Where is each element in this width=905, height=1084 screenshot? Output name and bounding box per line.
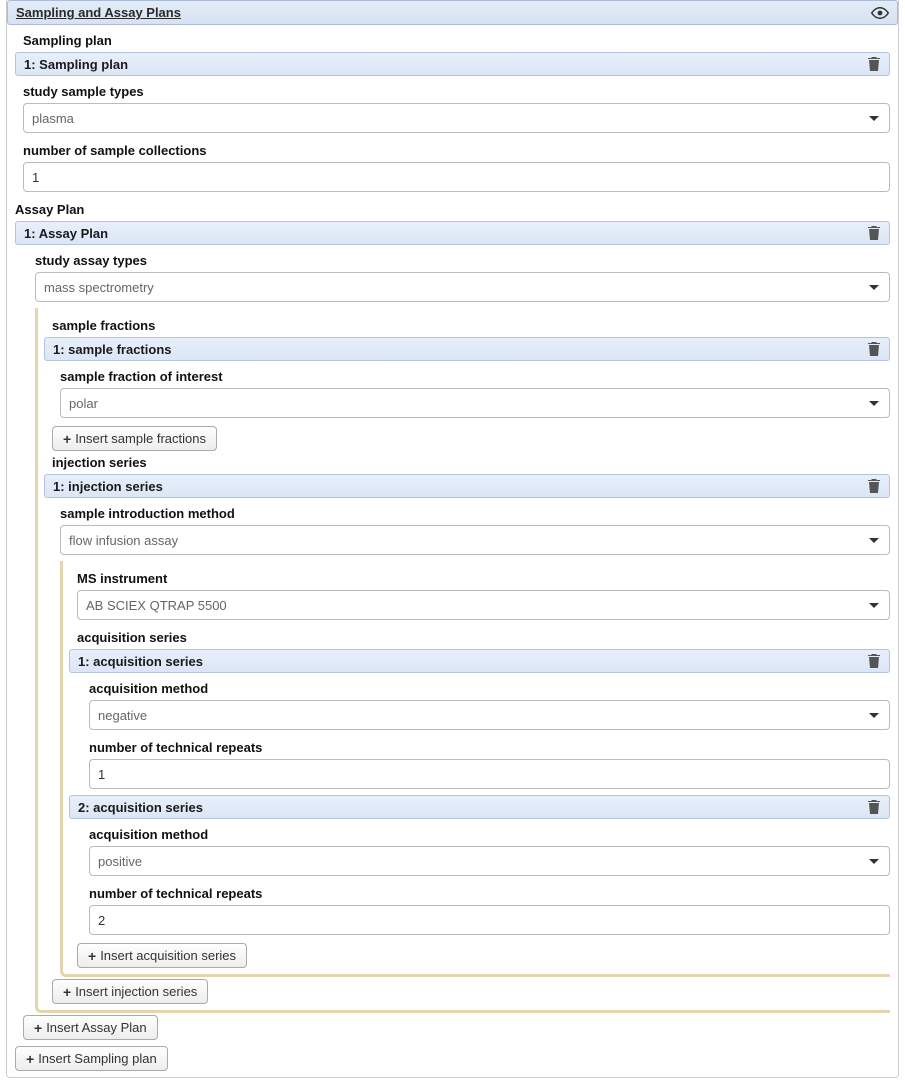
assay-plan-item-header[interactable]: 1: Assay Plan [15, 221, 890, 245]
assay-nest: sample fractions 1: sample fractions sam… [35, 308, 890, 1013]
sample-fractions-item-title: 1: sample fractions [53, 342, 172, 357]
ms-instrument-label: MS instrument [69, 567, 890, 590]
insert-injection-label: Insert injection series [75, 984, 197, 999]
acq-series-2-header[interactable]: 2: acquisition series [69, 795, 890, 819]
delete-assay-plan-icon[interactable] [867, 225, 881, 241]
panel-header: Sampling and Assay Plans [7, 0, 898, 25]
insert-assay-label: Insert Assay Plan [46, 1020, 146, 1035]
acq2-title: 2: acquisition series [78, 800, 203, 815]
study-sample-types-select[interactable]: plasma [23, 103, 890, 133]
plus-icon: + [34, 1021, 42, 1035]
assay-plan-label: Assay Plan [15, 198, 890, 221]
insert-acq-series-button[interactable]: + Insert acquisition series [77, 943, 247, 968]
study-assay-types-value: mass spectrometry [44, 280, 154, 295]
intro-method-label: sample introduction method [52, 502, 890, 525]
acq2-repeats-value: 2 [98, 913, 105, 928]
study-assay-types-select[interactable]: mass spectrometry [35, 272, 890, 302]
acq1-method-select[interactable]: negative [89, 700, 890, 730]
delete-injection-series-icon[interactable] [867, 478, 881, 494]
study-sample-types-label: study sample types [15, 80, 890, 103]
acq-series-label: acquisition series [69, 626, 890, 649]
insert-sample-fractions-button[interactable]: + Insert sample fractions [52, 426, 217, 451]
study-assay-types-label: study assay types [27, 249, 890, 272]
insert-assay-plan-button[interactable]: + Insert Assay Plan [23, 1015, 158, 1040]
insert-injection-series-button[interactable]: + Insert injection series [52, 979, 208, 1004]
insert-sample-fractions-label: Insert sample fractions [75, 431, 206, 446]
plus-icon: + [88, 949, 96, 963]
insert-acq-label: Insert acquisition series [100, 948, 236, 963]
assay-plan-item-title: 1: Assay Plan [24, 226, 108, 241]
study-sample-types-value: plasma [32, 111, 74, 126]
sampling-plan-label: Sampling plan [15, 29, 890, 52]
injection-series-label: injection series [44, 451, 890, 474]
acq2-method-value: positive [98, 854, 142, 869]
num-collections-label: number of sample collections [15, 139, 890, 162]
injection-series-item-header[interactable]: 1: injection series [44, 474, 890, 498]
acq2-repeats-input[interactable]: 2 [89, 905, 890, 935]
intro-method-value: flow infusion assay [69, 533, 178, 548]
injection-nest: MS instrument AB SCIEX QTRAP 5500 acquis… [60, 561, 890, 977]
delete-sample-fractions-icon[interactable] [867, 341, 881, 357]
acq1-title: 1: acquisition series [78, 654, 203, 669]
plus-icon: + [63, 985, 71, 999]
num-collections-value: 1 [32, 170, 39, 185]
sampling-plan-item-title: 1: Sampling plan [24, 57, 128, 72]
injection-series-item-title: 1: injection series [53, 479, 163, 494]
delete-sampling-plan-icon[interactable] [867, 56, 881, 72]
ms-instrument-value: AB SCIEX QTRAP 5500 [86, 598, 227, 613]
acq2-method-select[interactable]: positive [89, 846, 890, 876]
sampling-plan-section: Sampling plan 1: Sampling plan study sam… [7, 29, 898, 1044]
acq2-method-label: acquisition method [81, 823, 890, 846]
acq1-repeats-value: 1 [98, 767, 105, 782]
panel-title: Sampling and Assay Plans [16, 5, 181, 20]
fraction-interest-value: polar [69, 396, 98, 411]
acq-series-1-header[interactable]: 1: acquisition series [69, 649, 890, 673]
acq1-repeats-input[interactable]: 1 [89, 759, 890, 789]
insert-sampling-plan-button[interactable]: + Insert Sampling plan [15, 1046, 168, 1071]
sampling-plan-item-header[interactable]: 1: Sampling plan [15, 52, 890, 76]
acq1-method-value: negative [98, 708, 147, 723]
delete-acq1-icon[interactable] [867, 653, 881, 669]
intro-method-select[interactable]: flow infusion assay [60, 525, 890, 555]
insert-sampling-label: Insert Sampling plan [38, 1051, 157, 1066]
sample-fractions-item-header[interactable]: 1: sample fractions [44, 337, 890, 361]
eye-icon[interactable] [871, 6, 889, 20]
ms-instrument-select[interactable]: AB SCIEX QTRAP 5500 [77, 590, 890, 620]
delete-acq2-icon[interactable] [867, 799, 881, 815]
num-collections-input[interactable]: 1 [23, 162, 890, 192]
fraction-interest-label: sample fraction of interest [52, 365, 890, 388]
acq1-repeats-label: number of technical repeats [81, 736, 890, 759]
plus-icon: + [26, 1052, 34, 1066]
sampling-assay-panel: Sampling and Assay Plans Sampling plan 1… [6, 0, 899, 1078]
acq1-method-label: acquisition method [81, 677, 890, 700]
sample-fractions-label: sample fractions [44, 314, 890, 337]
fraction-interest-select[interactable]: polar [60, 388, 890, 418]
acq2-repeats-label: number of technical repeats [81, 882, 890, 905]
plus-icon: + [63, 432, 71, 446]
